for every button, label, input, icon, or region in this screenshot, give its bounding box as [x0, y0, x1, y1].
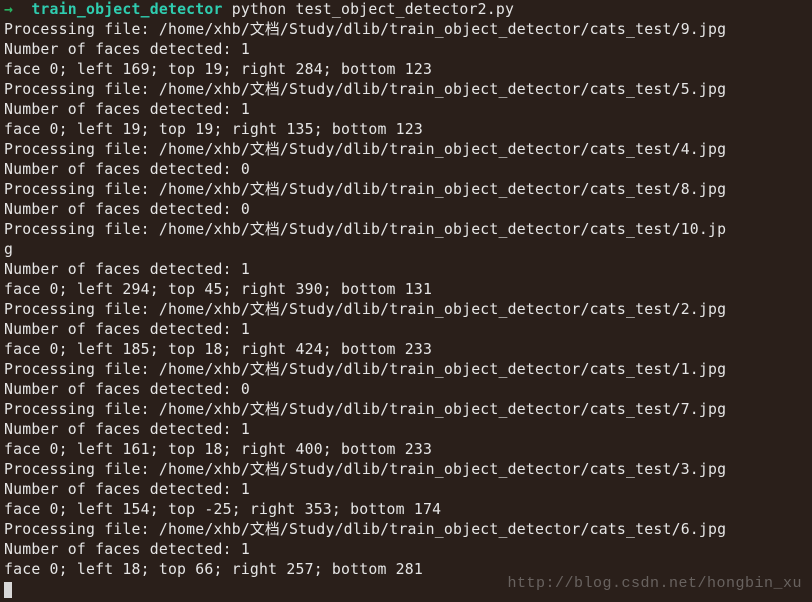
terminal-output: Processing file: /home/xhb/文档/Study/dlib…: [4, 21, 726, 578]
command: python test_object_detector2.py: [232, 1, 514, 18]
cursor: [4, 582, 12, 598]
prompt-arrow: →: [4, 1, 13, 18]
prompt-cwd: train_object_detector: [31, 1, 222, 18]
terminal[interactable]: → train_object_detector python test_obje…: [4, 0, 808, 600]
